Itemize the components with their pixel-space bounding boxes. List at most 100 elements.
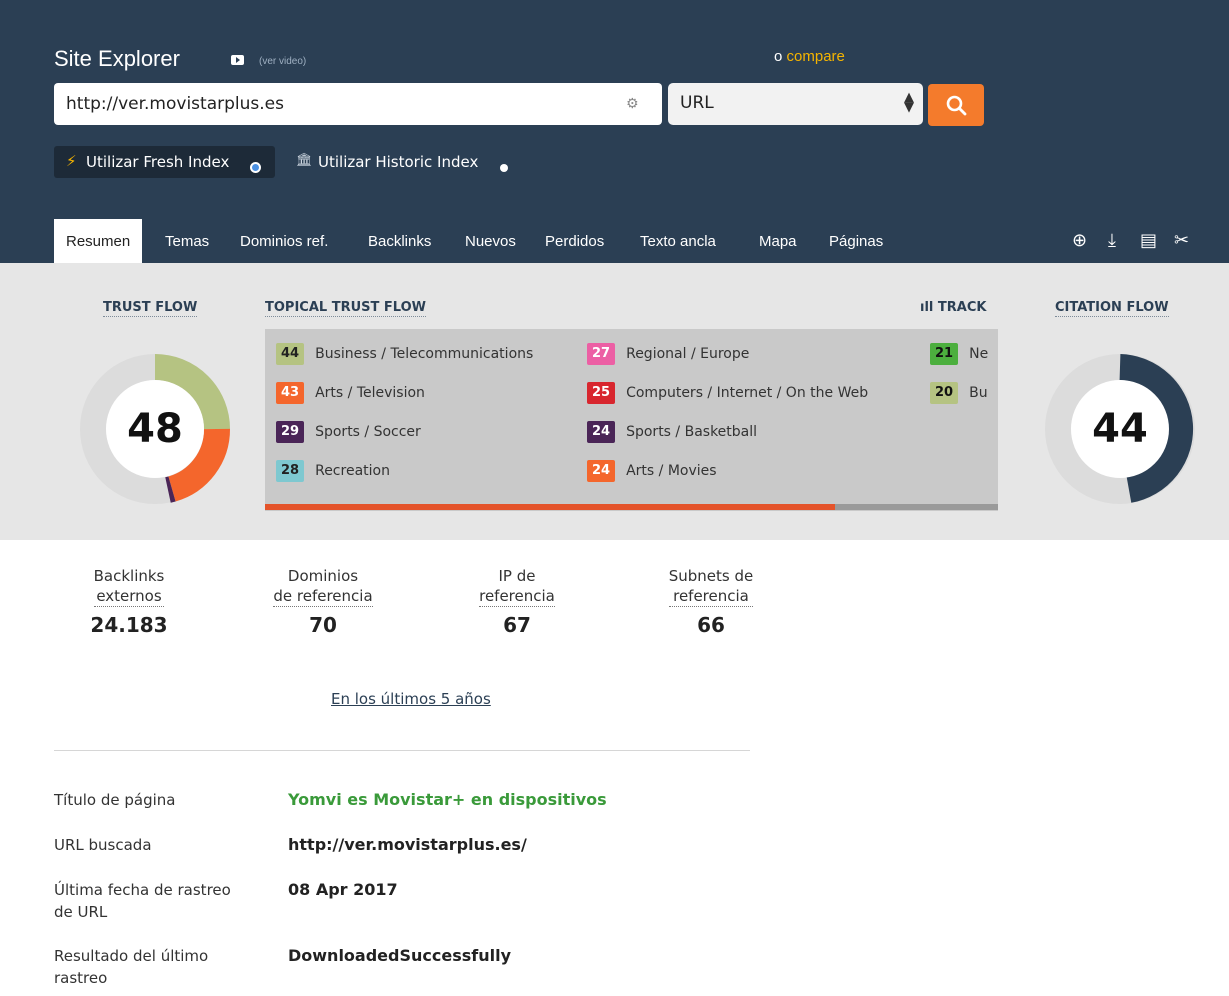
stat-label-line: Backlinks <box>93 567 165 585</box>
info-value-crawl-date: 08 Apr 2017 <box>288 880 398 899</box>
tab-temas[interactable]: Temas <box>165 219 209 263</box>
stat-value: 70 <box>309 613 337 637</box>
info-value-crawl-result: DownloadedSuccessfully <box>288 946 512 965</box>
search-icon <box>946 95 967 116</box>
topic-label: Regional / Europe <box>626 346 750 362</box>
topic-item[interactable]: 29 Sports / Soccer <box>276 421 421 443</box>
ver-video-link[interactable]: (ver video) <box>259 56 306 67</box>
search-button[interactable] <box>928 84 984 126</box>
topic-score: 27 <box>587 343 616 365</box>
stat-dominios-referencia: Dominios de referencia 70 <box>250 566 396 637</box>
download-icon[interactable]: ⤓ <box>1108 230 1116 251</box>
topic-item[interactable]: 24 Sports / Basketball <box>587 421 757 443</box>
trust-flow-value: 48 <box>127 406 183 452</box>
topic-label: Sports / Soccer <box>315 424 421 440</box>
stat-label-line: referencia <box>673 587 749 605</box>
fresh-index-radio[interactable] <box>250 162 261 173</box>
stat-value: 66 <box>697 613 725 637</box>
topic-item[interactable]: 28 Recreation <box>276 460 390 482</box>
divider <box>54 750 750 751</box>
stat-label-line: IP de <box>498 567 536 585</box>
topic-score: 29 <box>276 421 305 443</box>
historic-index-label: Utilizar Historic Index <box>318 153 479 171</box>
info-label-crawl-date: Última fecha de rastreo de URL <box>54 881 231 921</box>
video-icon[interactable] <box>231 55 244 65</box>
citation-flow-value: 44 <box>1092 406 1148 452</box>
fresh-index-label: Utilizar Fresh Index <box>86 153 230 171</box>
topic-item[interactable]: 21 Ne <box>930 343 988 365</box>
topic-label: Arts / Movies <box>626 463 717 479</box>
bank-icon: 🏛 <box>296 153 313 168</box>
topic-label: Recreation <box>315 463 390 479</box>
citation-flow-title[interactable]: CITATION FLOW <box>1055 300 1169 317</box>
topic-label: Arts / Television <box>315 385 425 401</box>
stat-backlinks-externos: Backlinks externos 24.183 <box>66 566 192 637</box>
topic-score: 24 <box>587 460 616 482</box>
compare-prefix: o <box>774 48 783 65</box>
info-value-page-title: Yomvi es Movistar+ en dispositivos <box>288 790 607 809</box>
stat-label-line: externos <box>96 587 162 605</box>
url-input[interactable]: http://ver.movistarplus.es ⚙ <box>54 83 662 125</box>
tab-paginas[interactable]: Páginas <box>829 219 883 263</box>
historic-index-radio[interactable] <box>500 164 508 172</box>
topic-item[interactable]: 24 Arts / Movies <box>587 460 717 482</box>
tab-perdidos[interactable]: Perdidos <box>545 219 604 263</box>
citation-flow-donut: 44 <box>1043 352 1197 506</box>
stat-label[interactable]: Subnets de referencia <box>668 566 754 607</box>
stat-ip-referencia: IP de referencia 67 <box>457 566 577 637</box>
type-select-value[interactable]: URL <box>680 93 714 113</box>
compare-link-group: o compare <box>774 48 845 65</box>
gear-icon[interactable]: ⚙ <box>626 96 639 112</box>
info-label-url: URL buscada <box>54 836 152 854</box>
scrollbar-thumb[interactable] <box>265 504 835 510</box>
stat-value: 67 <box>503 613 531 637</box>
topic-item[interactable]: 27 Regional / Europe <box>587 343 749 365</box>
track-label: TRACK <box>937 300 987 315</box>
trust-flow-title[interactable]: TRUST FLOW <box>103 300 198 317</box>
topic-label: Ne <box>969 346 989 362</box>
topic-item[interactable]: 20 Bu <box>930 382 988 404</box>
topic-item[interactable]: 25 Computers / Internet / On the Web <box>587 382 868 404</box>
topical-trust-flow-panel[interactable]: 44 Business / Telecommunications 43 Arts /… <box>265 329 998 511</box>
topic-score: 28 <box>276 460 305 482</box>
tab-nuevos[interactable]: Nuevos <box>465 219 516 263</box>
type-select[interactable]: URL ▲ ▼ <box>668 83 923 125</box>
tab-resumen[interactable]: Resumen <box>54 219 143 263</box>
stat-label[interactable]: Backlinks externos <box>93 566 165 607</box>
select-arrows-icon: ▲ ▼ <box>904 90 914 115</box>
stat-label-line: Subnets de <box>668 567 754 585</box>
topic-item[interactable]: 44 Business / Telecommunications <box>276 343 533 365</box>
stat-label[interactable]: IP de referencia <box>479 566 555 607</box>
report-icon[interactable]: ▤ <box>1140 230 1157 251</box>
fresh-index-button[interactable]: ⚡ Utilizar Fresh Index <box>54 146 275 178</box>
url-input-value[interactable]: http://ver.movistarplus.es <box>66 94 284 114</box>
topic-label: Computers / Internet / On the Web <box>626 385 869 401</box>
tab-mapa[interactable]: Mapa <box>759 219 797 263</box>
stat-subnets-referencia: Subnets de referencia 66 <box>650 566 772 637</box>
topic-score: 43 <box>276 382 305 404</box>
topic-score: 44 <box>276 343 305 365</box>
stat-label-line: referencia <box>479 587 555 605</box>
compare-link[interactable]: compare <box>787 48 845 65</box>
topical-trust-flow-title[interactable]: TOPICAL TRUST FLOW <box>265 300 426 317</box>
period-link[interactable]: En los últimos 5 años <box>331 690 491 708</box>
info-label-page-title: Título de página <box>54 791 176 809</box>
track-title[interactable]: ıll TRACK <box>920 300 986 316</box>
trust-flow-donut: 48 <box>78 352 232 506</box>
topic-label: Business / Telecommunications <box>315 346 534 362</box>
topic-item[interactable]: 43 Arts / Television <box>276 382 425 404</box>
stat-label[interactable]: Dominios de referencia <box>273 566 373 607</box>
bar-chart-icon: ıll <box>920 300 934 315</box>
tab-backlinks[interactable]: Backlinks <box>368 219 431 263</box>
info-value-url: http://ver.movistarplus.es/ <box>288 835 527 854</box>
topic-score: 21 <box>930 343 959 365</box>
tab-texto-ancla[interactable]: Texto ancla <box>640 219 716 263</box>
settings-icon[interactable]: ✂ <box>1174 230 1189 251</box>
topic-score: 24 <box>587 421 616 443</box>
tab-dominios-ref[interactable]: Dominios ref. <box>240 219 328 263</box>
topical-scrollbar[interactable] <box>265 504 998 510</box>
lightning-icon: ⚡ <box>66 152 77 170</box>
add-icon[interactable]: ⊕ <box>1072 230 1087 251</box>
topic-label: Bu <box>969 385 988 401</box>
stat-label-line: de referencia <box>273 587 373 605</box>
